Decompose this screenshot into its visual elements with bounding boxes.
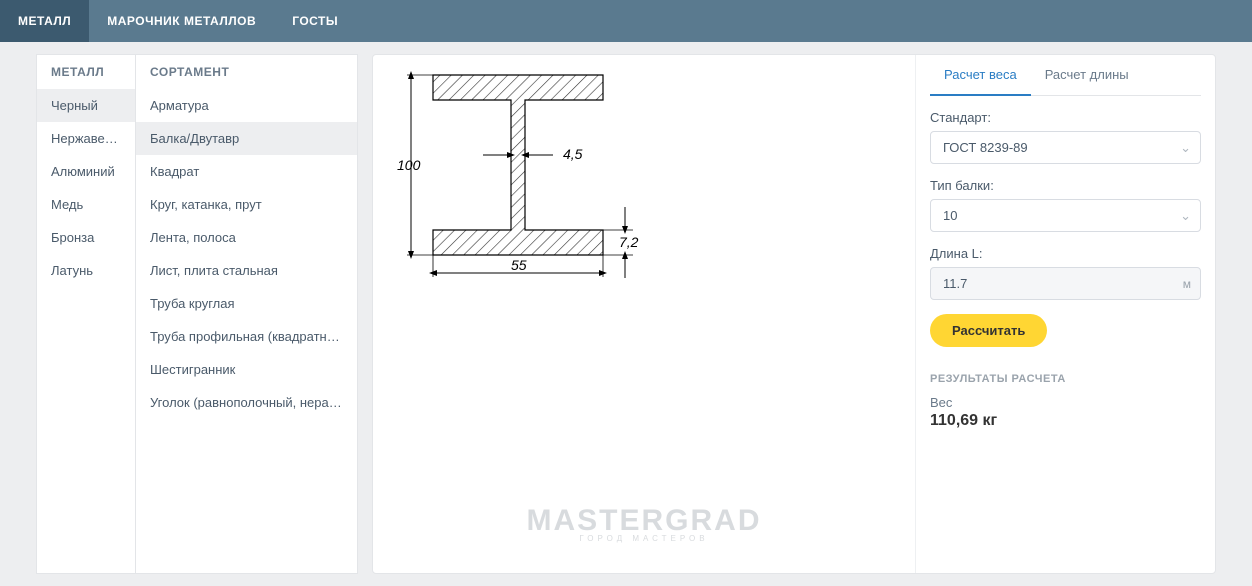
list-item[interactable]: Латунь <box>37 254 135 287</box>
list-item[interactable]: Лист, плита стальная <box>136 254 357 287</box>
standard-label: Стандарт: <box>930 110 1201 125</box>
list-item[interactable]: Медь <box>37 188 135 221</box>
form-panel: Расчет весаРасчет длины Стандарт: ГОСТ 8… <box>915 55 1215 573</box>
calc-tab[interactable]: Расчет длины <box>1031 55 1143 95</box>
top-nav-item[interactable]: МАРОЧНИК МЕТАЛЛОВ <box>89 0 274 42</box>
length-label: Длина L: <box>930 246 1201 261</box>
weight-label: Вес <box>930 395 1201 410</box>
list-item[interactable]: Лента, полоса <box>136 221 357 254</box>
list-item[interactable]: Шестигранник <box>136 353 357 386</box>
sortament-column: СОРТАМЕНТ АрматураБалка/ДвутаврКвадратКр… <box>136 54 358 574</box>
metal-column-header: МЕТАЛЛ <box>37 55 135 89</box>
sortament-column-header: СОРТАМЕНТ <box>136 55 357 89</box>
calc-tabs: Расчет весаРасчет длины <box>930 55 1201 96</box>
top-nav-item[interactable]: МЕТАЛЛ <box>0 0 89 42</box>
beam-type-select[interactable]: 10 <box>930 199 1201 232</box>
metal-column: МЕТАЛЛ ЧерныйНержавейкаАлюминийМедьБронз… <box>36 54 136 574</box>
standard-select[interactable]: ГОСТ 8239-89 <box>930 131 1201 164</box>
sortament-list: АрматураБалка/ДвутаврКвадратКруг, катанк… <box>136 89 357 419</box>
list-item[interactable]: Алюминий <box>37 155 135 188</box>
length-input[interactable] <box>930 267 1201 300</box>
top-nav: МЕТАЛЛМАРОЧНИК МЕТАЛЛОВГОСТЫ <box>0 0 1252 42</box>
results-header: РЕЗУЛЬТАТЫ РАСЧЕТА <box>930 373 1201 385</box>
beam-type-label: Тип балки: <box>930 178 1201 193</box>
svg-text:55: 55 <box>511 257 527 273</box>
length-unit: м <box>1183 277 1191 291</box>
list-item[interactable]: Нержавейка <box>37 122 135 155</box>
weight-value: 110,69 кг <box>930 412 1201 430</box>
list-item[interactable]: Труба профильная (квадратная / прямоугол… <box>136 320 357 353</box>
list-item[interactable]: Арматура <box>136 89 357 122</box>
list-item[interactable]: Квадрат <box>136 155 357 188</box>
metal-list: ЧерныйНержавейкаАлюминийМедьБронзаЛатунь <box>37 89 135 287</box>
svg-text:7,2: 7,2 <box>619 234 639 250</box>
content-panel: 100 55 4,5 7,2 MASTERGRAD ГОРОД МАСТЕР <box>372 54 1216 574</box>
diagram-area: 100 55 4,5 7,2 MASTERGRAD ГОРОД МАСТЕР <box>373 55 915 573</box>
top-nav-item[interactable]: ГОСТЫ <box>274 0 356 42</box>
watermark: MASTERGRAD ГОРОД МАСТЕРОВ <box>527 504 762 543</box>
calculate-button[interactable]: Рассчитать <box>930 314 1047 347</box>
ibeam-diagram: 100 55 4,5 7,2 <box>393 65 653 285</box>
list-item[interactable]: Уголок (равнополочный, неравнополочный) <box>136 386 357 419</box>
list-item[interactable]: Бронза <box>37 221 135 254</box>
list-item[interactable]: Труба круглая <box>136 287 357 320</box>
list-item[interactable]: Круг, катанка, прут <box>136 188 357 221</box>
list-item[interactable]: Черный <box>37 89 135 122</box>
svg-text:100: 100 <box>397 157 421 173</box>
calc-tab[interactable]: Расчет веса <box>930 55 1031 96</box>
list-item[interactable]: Балка/Двутавр <box>136 122 357 155</box>
svg-text:4,5: 4,5 <box>563 146 583 162</box>
